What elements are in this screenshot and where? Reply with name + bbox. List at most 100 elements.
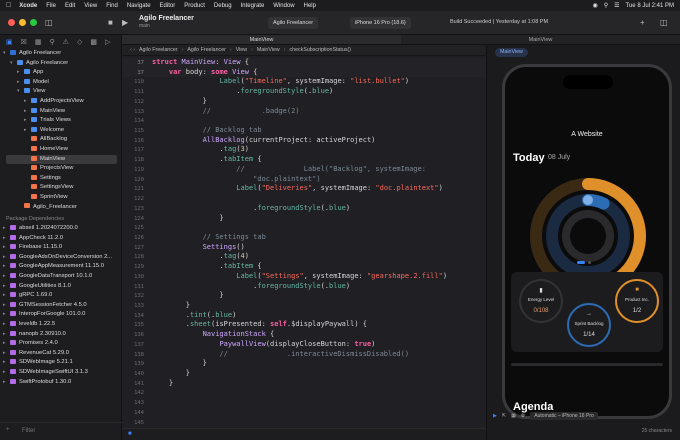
symbols-icon[interactable]: ▦: [35, 38, 42, 46]
package-item[interactable]: ▸ SDWebImageSwiftUI 3.1.3: [0, 368, 121, 378]
chevron-right-icon[interactable]: ▸: [24, 97, 27, 107]
tab-mainview-editor[interactable]: MainView: [122, 35, 401, 44]
menu-debug[interactable]: Debug: [214, 3, 232, 9]
file-tree-item[interactable]: SprintView: [0, 193, 121, 203]
chevron-right-icon[interactable]: ▸: [3, 368, 6, 378]
file-tree-item[interactable]: ▾ View: [0, 87, 121, 97]
chevron-right-icon[interactable]: ▸: [3, 310, 6, 320]
code-line[interactable]: 115 // Backlog tab: [122, 126, 486, 136]
chevron-right-icon[interactable]: ▸: [3, 253, 6, 263]
add-file-icon[interactable]: +: [6, 427, 10, 433]
code-line[interactable]: 125: [122, 223, 486, 233]
package-item[interactable]: ▸ SwiftProtobuf 1.30.0: [0, 378, 121, 388]
chevron-right-icon[interactable]: ▸: [24, 116, 27, 126]
preview-device-selector[interactable]: Automatic – iPhone 16 Pro: [530, 412, 598, 420]
breadcrumb-item[interactable]: MainView: [257, 47, 280, 53]
code-line[interactable]: 131 .foregroundStyle(.blue): [122, 282, 486, 292]
menu-find[interactable]: Find: [106, 3, 118, 9]
chevron-right-icon[interactable]: ▸: [3, 291, 6, 301]
energy-level-badge[interactable]: ▮ Energy Level 0/108: [519, 279, 563, 323]
package-item[interactable]: ▸ nanopb 2.30910.0: [0, 330, 121, 340]
filter-input[interactable]: Filter: [22, 428, 35, 434]
apple-icon[interactable]: : [6, 2, 11, 9]
chevron-right-icon[interactable]: ▸: [24, 107, 27, 117]
inspector-toggle-icon[interactable]: ◫: [660, 19, 668, 27]
chevron-right-icon[interactable]: ▸: [3, 224, 6, 234]
menu-edit[interactable]: Edit: [65, 3, 75, 9]
code-line[interactable]: 133 }: [122, 301, 486, 311]
package-item[interactable]: ▸ GoogleAdsOnDeviceConversion 2...: [0, 253, 121, 263]
code-line[interactable]: 112 }: [122, 97, 486, 107]
chevron-right-icon[interactable]: ▸: [3, 330, 6, 340]
menu-clock[interactable]: Tue 8 Jul 2:41 PM: [626, 3, 674, 9]
chevron-down-icon[interactable]: ▾: [10, 59, 13, 69]
package-item[interactable]: ▸ Promises 2.4.0: [0, 339, 121, 349]
file-tree-item[interactable]: AllBacklog: [0, 135, 121, 145]
menu-navigate[interactable]: Navigate: [127, 3, 151, 9]
menu-file[interactable]: File: [46, 3, 56, 9]
package-item[interactable]: ▸ SDWebImage 5.21.1: [0, 358, 121, 368]
code-line[interactable]: 129 .tabItem {: [122, 262, 486, 272]
debug-icon[interactable]: ▩: [90, 38, 97, 46]
chevron-right-icon[interactable]: ▸: [3, 378, 6, 388]
chevron-right-icon[interactable]: ▸: [3, 320, 6, 330]
code-line[interactable]: 121 Label("Deliveries", systemImage: "do…: [122, 184, 486, 194]
folder-icon[interactable]: ▣: [6, 38, 13, 46]
minimize-window-button[interactable]: [19, 19, 26, 26]
breadcrumb-item[interactable]: Agilo Freelancer: [187, 47, 226, 53]
file-tree-item[interactable]: HomeView: [0, 145, 121, 155]
file-tree-item[interactable]: ▸ MainView: [0, 107, 121, 117]
menu-app-name[interactable]: Xcode: [19, 3, 37, 9]
project-title[interactable]: Agilo Freelancer: [139, 15, 194, 22]
file-tree-item[interactable]: MainView: [6, 154, 117, 165]
chevron-down-icon[interactable]: ▾: [3, 49, 6, 59]
tab-mainview-canvas[interactable]: MainView: [401, 35, 680, 44]
run-icon[interactable]: ▶: [122, 19, 128, 27]
device-selector[interactable]: iPhone 16 Pro (18.6): [350, 17, 411, 29]
package-item[interactable]: ▸ gRPC 1.69.0: [0, 291, 121, 301]
code-line[interactable]: 128 .tag(4): [122, 252, 486, 262]
file-tree-item[interactable]: ▸ Welcome: [0, 126, 121, 136]
code-line[interactable]: 136 NavigationStack {: [122, 330, 486, 340]
package-item[interactable]: ▸ abseil 1.2024072200.0: [0, 224, 121, 234]
chevron-right-icon[interactable]: ▸: [3, 349, 6, 359]
package-item[interactable]: ▸ AppCheck 11.2.0: [0, 234, 121, 244]
chevron-right-icon[interactable]: ▸: [17, 78, 20, 88]
search-icon[interactable]: ⚲: [604, 2, 608, 9]
code-line[interactable]: 122: [122, 194, 486, 204]
menu-integrate[interactable]: Integrate: [241, 3, 265, 9]
code-line[interactable]: 120 "doc.plaintext"): [122, 175, 486, 185]
file-tree-item[interactable]: ▸ App: [0, 68, 121, 78]
code-line[interactable]: 130 Label("Settings", systemImage: "gear…: [122, 272, 486, 282]
code-line[interactable]: 117 .tag(3): [122, 145, 486, 155]
menu-window[interactable]: Window: [273, 3, 294, 9]
code-line[interactable]: 113 // .badge(2): [122, 107, 486, 117]
package-item[interactable]: ▸ leveldb 1.22.5: [0, 320, 121, 330]
live-preview-icon[interactable]: ▶: [493, 413, 497, 419]
breadcrumb-item[interactable]: checkSubscriptionStatus(): [289, 47, 351, 53]
sticky-header-line[interactable]: 37 var body: some View {: [122, 67, 486, 78]
back-forward-icon[interactable]: ‹ ›: [130, 47, 135, 53]
code-line[interactable]: 127 Settings(): [122, 243, 486, 253]
code-line[interactable]: 111 .foregroundStyle(.blue): [122, 87, 486, 97]
add-icon[interactable]: +: [640, 19, 645, 27]
chevron-right-icon[interactable]: ▸: [3, 358, 6, 368]
stop-icon[interactable]: ■: [108, 19, 113, 27]
code-line[interactable]: 134 .tint(.blue): [122, 311, 486, 321]
code-line[interactable]: 123 .foregroundStyle(.blue): [122, 204, 486, 214]
code-line[interactable]: 141 }: [122, 379, 486, 389]
chevron-down-icon[interactable]: ▾: [17, 87, 20, 97]
code-line[interactable]: 119 // Label("Backlog", systemImage:: [122, 165, 486, 175]
code-line[interactable]: 137 PaywallView(displayCloseButton: true…: [122, 340, 486, 350]
chevron-right-icon[interactable]: ▸: [3, 234, 6, 244]
select-preview-icon[interactable]: ⇱: [502, 413, 506, 419]
source-control-icon[interactable]: ☒: [21, 38, 27, 46]
zoom-window-button[interactable]: [30, 19, 37, 26]
chevron-right-icon[interactable]: ▸: [3, 243, 6, 253]
code-line[interactable]: 143: [122, 398, 486, 408]
file-tree-item[interactable]: SettingsView: [0, 183, 121, 193]
code-line[interactable]: 138 // .interactiveDismissDisabled(): [122, 350, 486, 360]
breadcrumb-item[interactable]: Agilo Freelancer: [139, 47, 178, 53]
product-inc-badge[interactable]: ■ Product Inc. 1/2: [615, 279, 659, 323]
tests-icon[interactable]: ◇: [77, 38, 82, 46]
